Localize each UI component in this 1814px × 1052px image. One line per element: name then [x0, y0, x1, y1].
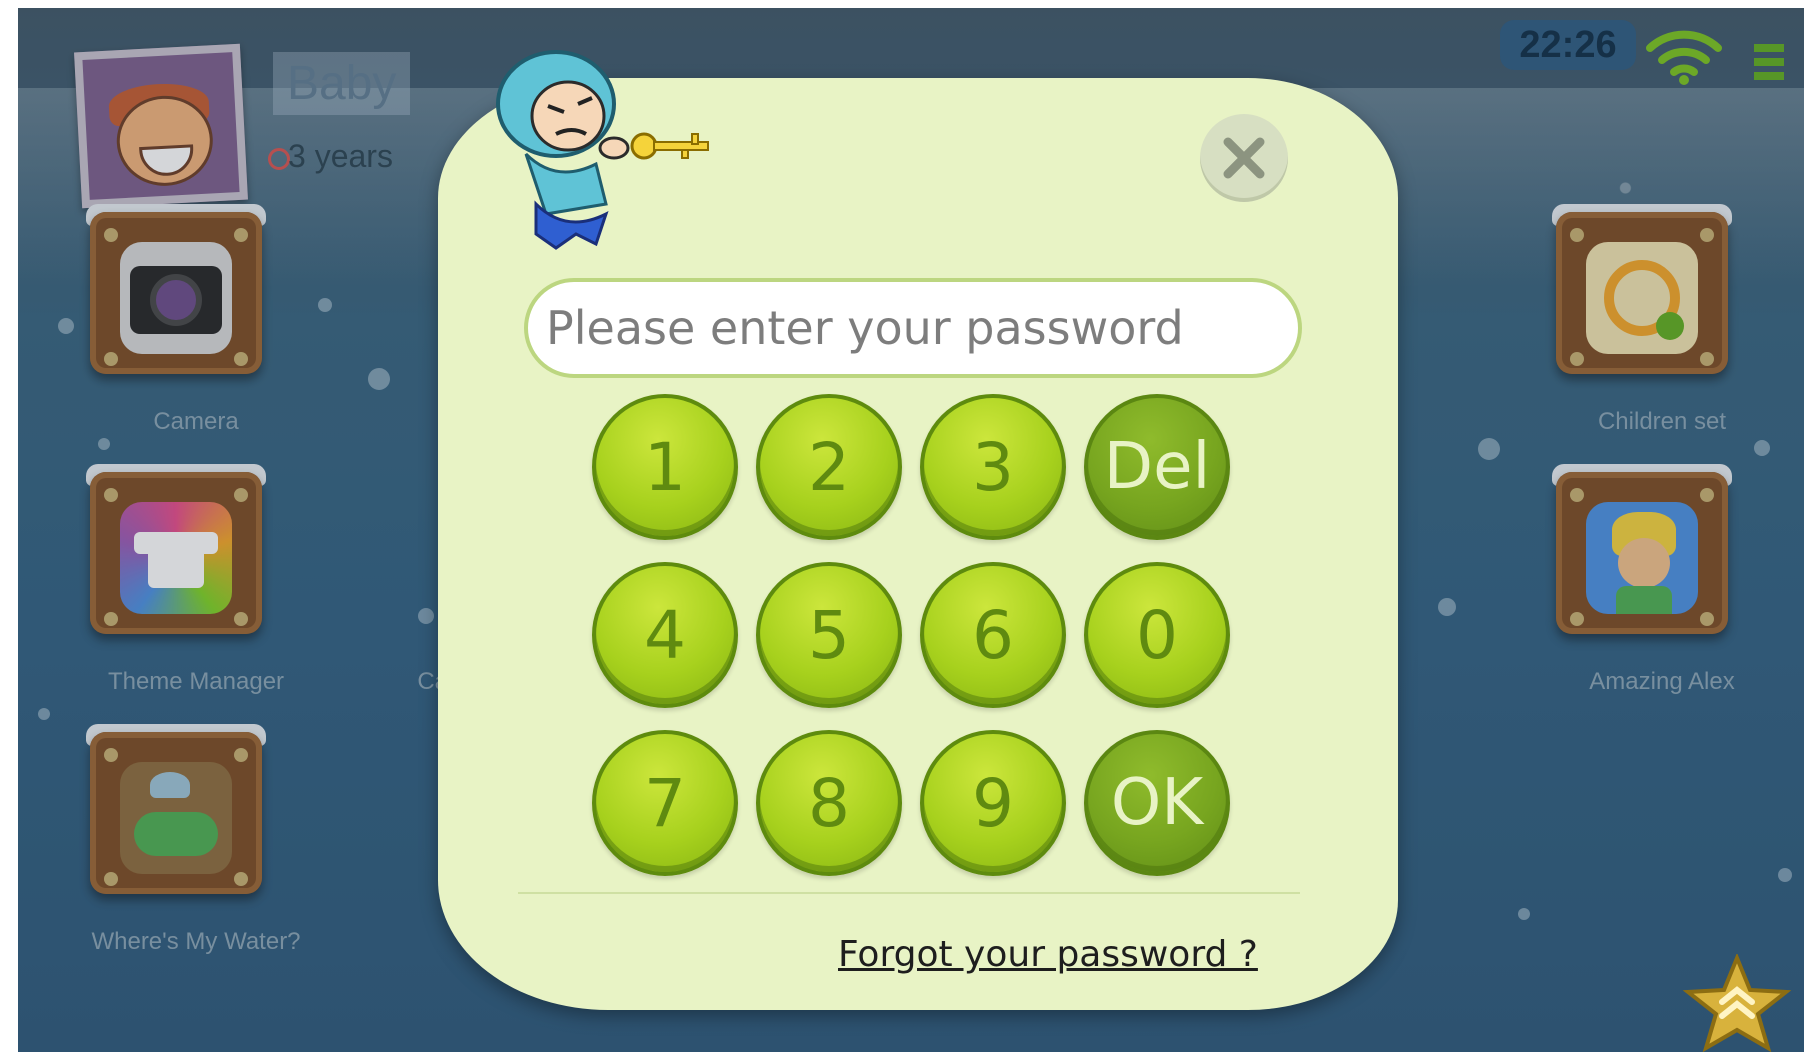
key-8[interactable]: 8: [756, 730, 902, 876]
key-thief-mascot: [496, 50, 709, 250]
forgot-password-link[interactable]: Forgot your password ?: [838, 934, 1258, 975]
ok-button[interactable]: OK: [1084, 730, 1230, 876]
star-up-button[interactable]: [1682, 954, 1792, 1052]
key-7[interactable]: 7: [592, 730, 738, 876]
close-icon: [1223, 137, 1265, 179]
key-9[interactable]: 9: [920, 730, 1066, 876]
key-3[interactable]: 3: [920, 394, 1066, 540]
key-2[interactable]: 2: [756, 394, 902, 540]
dialog-divider: [518, 892, 1300, 894]
key-1[interactable]: 1: [592, 394, 738, 540]
password-input[interactable]: [524, 278, 1302, 378]
delete-button[interactable]: Del: [1084, 394, 1230, 540]
key-4[interactable]: 4: [592, 562, 738, 708]
key-6[interactable]: 6: [920, 562, 1066, 708]
close-button[interactable]: [1200, 114, 1288, 202]
key-0[interactable]: 0: [1084, 562, 1230, 708]
key-5[interactable]: 5: [756, 562, 902, 708]
